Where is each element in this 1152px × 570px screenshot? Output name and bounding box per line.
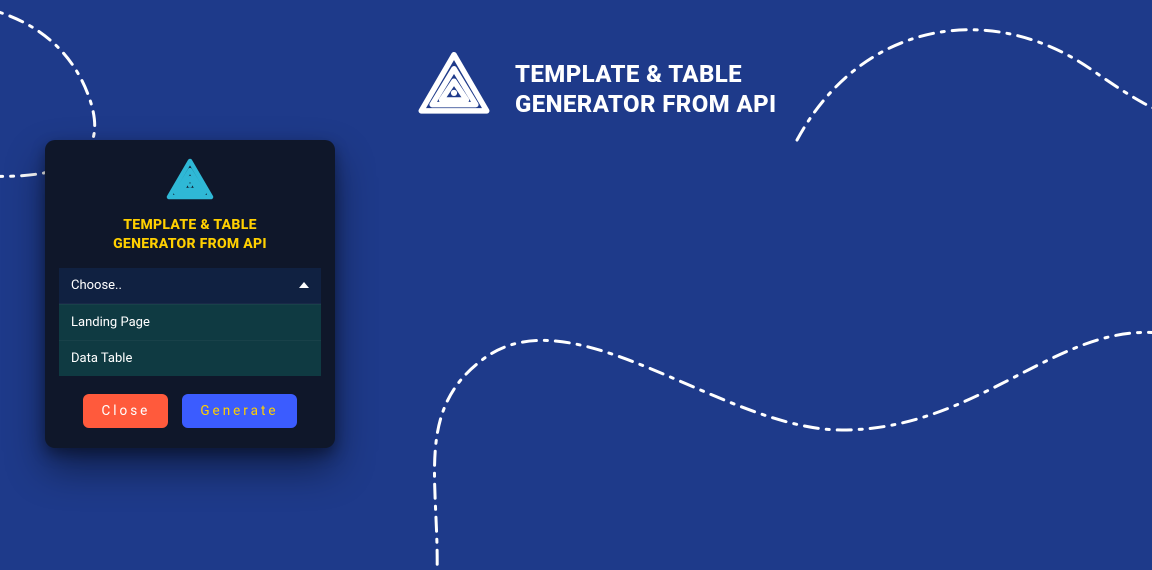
card-title: TEMPLATE & TABLE GENERATOR FROM API xyxy=(113,216,267,254)
hero-title: TEMPLATE & TABLE GENERATOR FROM API xyxy=(515,59,777,119)
hero-title-line1: TEMPLATE & TABLE xyxy=(515,59,777,89)
close-button[interactable]: Close xyxy=(83,394,168,428)
decorative-curve-top-right xyxy=(792,0,1152,180)
card-actions: Close Generate xyxy=(59,394,321,428)
template-select[interactable]: Choose.. Landing Page Data Table xyxy=(59,268,321,376)
hero-header: TEMPLATE & TABLE GENERATOR FROM API xyxy=(415,50,777,128)
card-header: TEMPLATE & TABLE GENERATOR FROM API xyxy=(59,158,321,254)
brand-logo-icon xyxy=(415,50,493,128)
template-option-landing-page[interactable]: Landing Page xyxy=(59,304,321,340)
chevron-up-icon xyxy=(299,282,309,288)
template-option-data-table[interactable]: Data Table xyxy=(59,340,321,376)
card-title-line1: TEMPLATE & TABLE xyxy=(113,216,267,235)
template-select-placeholder: Choose.. xyxy=(71,278,122,293)
template-select-options: Landing Page Data Table xyxy=(59,304,321,376)
generator-card: TEMPLATE & TABLE GENERATOR FROM API Choo… xyxy=(45,140,335,448)
hero-title-line2: GENERATOR FROM API xyxy=(515,89,777,119)
decorative-curve-bottom-right xyxy=(372,210,1152,570)
template-select-header[interactable]: Choose.. xyxy=(59,268,321,304)
card-title-line2: GENERATOR FROM API xyxy=(113,235,267,254)
generate-button[interactable]: Generate xyxy=(182,394,296,428)
brand-logo-small-icon xyxy=(165,158,215,208)
